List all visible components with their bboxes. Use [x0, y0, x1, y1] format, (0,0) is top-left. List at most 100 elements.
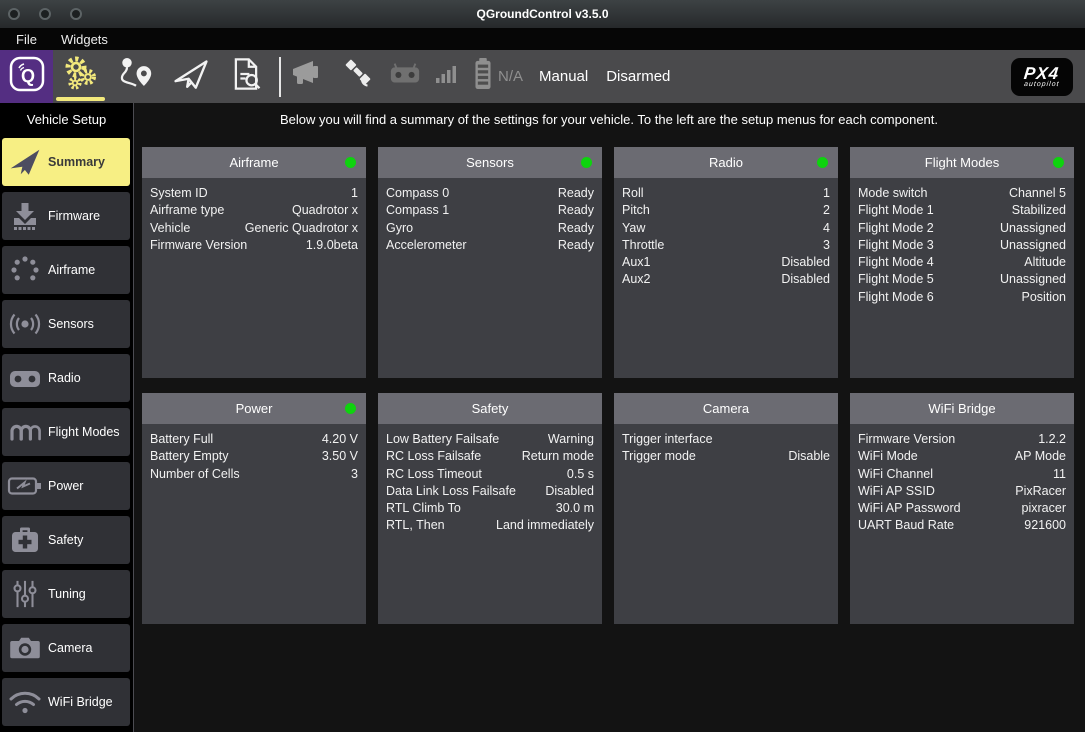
- card-row: Mode switchChannel 5: [858, 185, 1066, 202]
- card-row: UART Baud Rate921600: [858, 517, 1066, 534]
- toolbar-view-buttons: Q: [0, 50, 273, 103]
- row-label: Aux1: [622, 254, 651, 271]
- sidebar-item-label: WiFi Bridge: [48, 695, 113, 709]
- rc-status-indicator[interactable]: [389, 62, 421, 91]
- gps-status-indicator[interactable]: [342, 58, 374, 95]
- row-label: Battery Full: [150, 431, 213, 448]
- window-control-button[interactable]: [70, 8, 82, 20]
- sidebar-item-flight-modes[interactable]: Flight Modes: [2, 408, 130, 456]
- radio-icon: [2, 365, 48, 391]
- analyze-button[interactable]: [218, 50, 273, 103]
- row-label: Firmware Version: [858, 431, 955, 448]
- card-row: Firmware Version1.2.2: [858, 431, 1066, 448]
- row-label: Vehicle: [150, 220, 190, 237]
- px4-logo-subtext: autopilot: [1024, 81, 1060, 88]
- row-label: WiFi AP Password: [858, 500, 961, 517]
- card-row: VehicleGeneric Quadrotor x: [150, 220, 358, 237]
- row-value: PixRacer: [1015, 483, 1066, 500]
- row-label: System ID: [150, 185, 208, 202]
- card-row: GyroReady: [386, 220, 594, 237]
- menu-bar: File Widgets: [0, 28, 1085, 50]
- card-row: Number of Cells3: [150, 466, 358, 483]
- sidebar-item-label: Camera: [48, 641, 92, 655]
- row-value: Position: [1022, 289, 1066, 306]
- card-body: Mode switchChannel 5Flight Mode 1Stabili…: [850, 178, 1074, 306]
- row-value: 1: [351, 185, 358, 202]
- sidebar-item-power[interactable]: Power: [2, 462, 130, 510]
- card-sensors: SensorsCompass 0ReadyCompass 1ReadyGyroR…: [378, 147, 602, 378]
- menu-file[interactable]: File: [10, 31, 43, 48]
- window-control-button[interactable]: [39, 8, 51, 20]
- window-control-button[interactable]: [8, 8, 20, 20]
- card-row: AccelerometerReady: [386, 237, 594, 254]
- card-row: Throttle3: [622, 237, 830, 254]
- qgc-home-button[interactable]: Q: [0, 50, 53, 103]
- sidebar-item-tuning[interactable]: Tuning: [2, 570, 130, 618]
- sidebar-item-safety[interactable]: Safety: [2, 516, 130, 564]
- card-row: Pitch2: [622, 202, 830, 219]
- window-title: QGroundControl v3.5.0: [476, 7, 608, 21]
- card-radio: RadioRoll1Pitch2Yaw4Throttle3Aux1Disable…: [614, 147, 838, 378]
- row-label: Compass 0: [386, 185, 449, 202]
- row-label: Flight Mode 6: [858, 289, 934, 306]
- sidebar-divider: [133, 103, 134, 732]
- vehicle-setup-button[interactable]: [53, 50, 108, 103]
- sidebar-item-airframe[interactable]: Airframe: [2, 246, 130, 294]
- gears-icon: [61, 54, 101, 99]
- battery-status-label: N/A: [498, 68, 523, 85]
- fly-button[interactable]: [163, 50, 218, 103]
- sidebar-item-camera[interactable]: Camera: [2, 624, 130, 672]
- card-row: RC Loss Timeout0.5 s: [386, 466, 594, 483]
- flight-modes-icon: [2, 418, 48, 446]
- telemetry-status-indicator[interactable]: [436, 64, 458, 89]
- sidebar-item-firmware[interactable]: Firmware: [2, 192, 130, 240]
- card-row: Battery Full4.20 V: [150, 431, 358, 448]
- row-value: Warning: [548, 431, 594, 448]
- status-ok-dot: [817, 157, 828, 168]
- sidebar-item-radio[interactable]: Radio: [2, 354, 130, 402]
- card-row: Flight Mode 2Unassigned: [858, 220, 1066, 237]
- card-row: Aux2Disabled: [622, 271, 830, 288]
- row-value: Unassigned: [1000, 271, 1066, 288]
- row-label: Battery Empty: [150, 448, 229, 465]
- row-value: 4: [823, 220, 830, 237]
- plane-solid-icon: [2, 145, 48, 179]
- qgroundcontrol-window: QGroundControl v3.5.0 File Widgets Q N/A…: [0, 0, 1085, 732]
- plan-button[interactable]: [108, 50, 163, 103]
- card-row: WiFi Channel11: [858, 466, 1066, 483]
- row-label: Trigger interface: [622, 431, 713, 448]
- card-wifi-bridge: WiFi BridgeFirmware Version1.2.2WiFi Mod…: [850, 393, 1074, 624]
- row-value: Return mode: [522, 448, 594, 465]
- card-airframe: AirframeSystem ID1Airframe typeQuadrotor…: [142, 147, 366, 378]
- toolbar-divider: [279, 57, 281, 97]
- card-row: Compass 0Ready: [386, 185, 594, 202]
- card-title: Radio: [709, 155, 743, 170]
- sidebar-item-wifi-bridge[interactable]: WiFi Bridge: [2, 678, 130, 726]
- row-value: 0.5 s: [567, 466, 594, 483]
- battery-status-indicator[interactable]: N/A: [473, 58, 523, 95]
- status-ok-dot: [345, 157, 356, 168]
- card-row: Airframe typeQuadrotor x: [150, 202, 358, 219]
- satellite-icon: [342, 58, 374, 95]
- card-row: Low Battery FailsafeWarning: [386, 431, 594, 448]
- card-header: WiFi Bridge: [850, 393, 1074, 424]
- px4-autopilot-logo: PX4 autopilot: [1011, 58, 1073, 96]
- card-title: Power: [236, 401, 273, 416]
- card-row: Flight Mode 4Altitude: [858, 254, 1066, 271]
- row-label: Accelerometer: [386, 237, 467, 254]
- summary-cards: AirframeSystem ID1Airframe typeQuadrotor…: [142, 147, 1074, 624]
- plan-icon: [118, 56, 154, 97]
- window-controls: [8, 0, 82, 28]
- row-label: RC Loss Failsafe: [386, 448, 481, 465]
- row-value: Quadrotor x: [292, 202, 358, 219]
- sidebar-item-sensors[interactable]: Sensors: [2, 300, 130, 348]
- armed-state-indicator[interactable]: Disarmed: [606, 68, 670, 85]
- battery-icon: [473, 58, 493, 95]
- row-label: Throttle: [622, 237, 664, 254]
- menu-widgets[interactable]: Widgets: [55, 31, 114, 48]
- sidebar-item-summary[interactable]: Summary: [2, 138, 130, 186]
- card-title: Camera: [703, 401, 749, 416]
- flight-mode-selector[interactable]: Manual: [539, 68, 588, 85]
- messages-status-indicator[interactable]: [291, 58, 327, 95]
- row-label: WiFi Channel: [858, 466, 933, 483]
